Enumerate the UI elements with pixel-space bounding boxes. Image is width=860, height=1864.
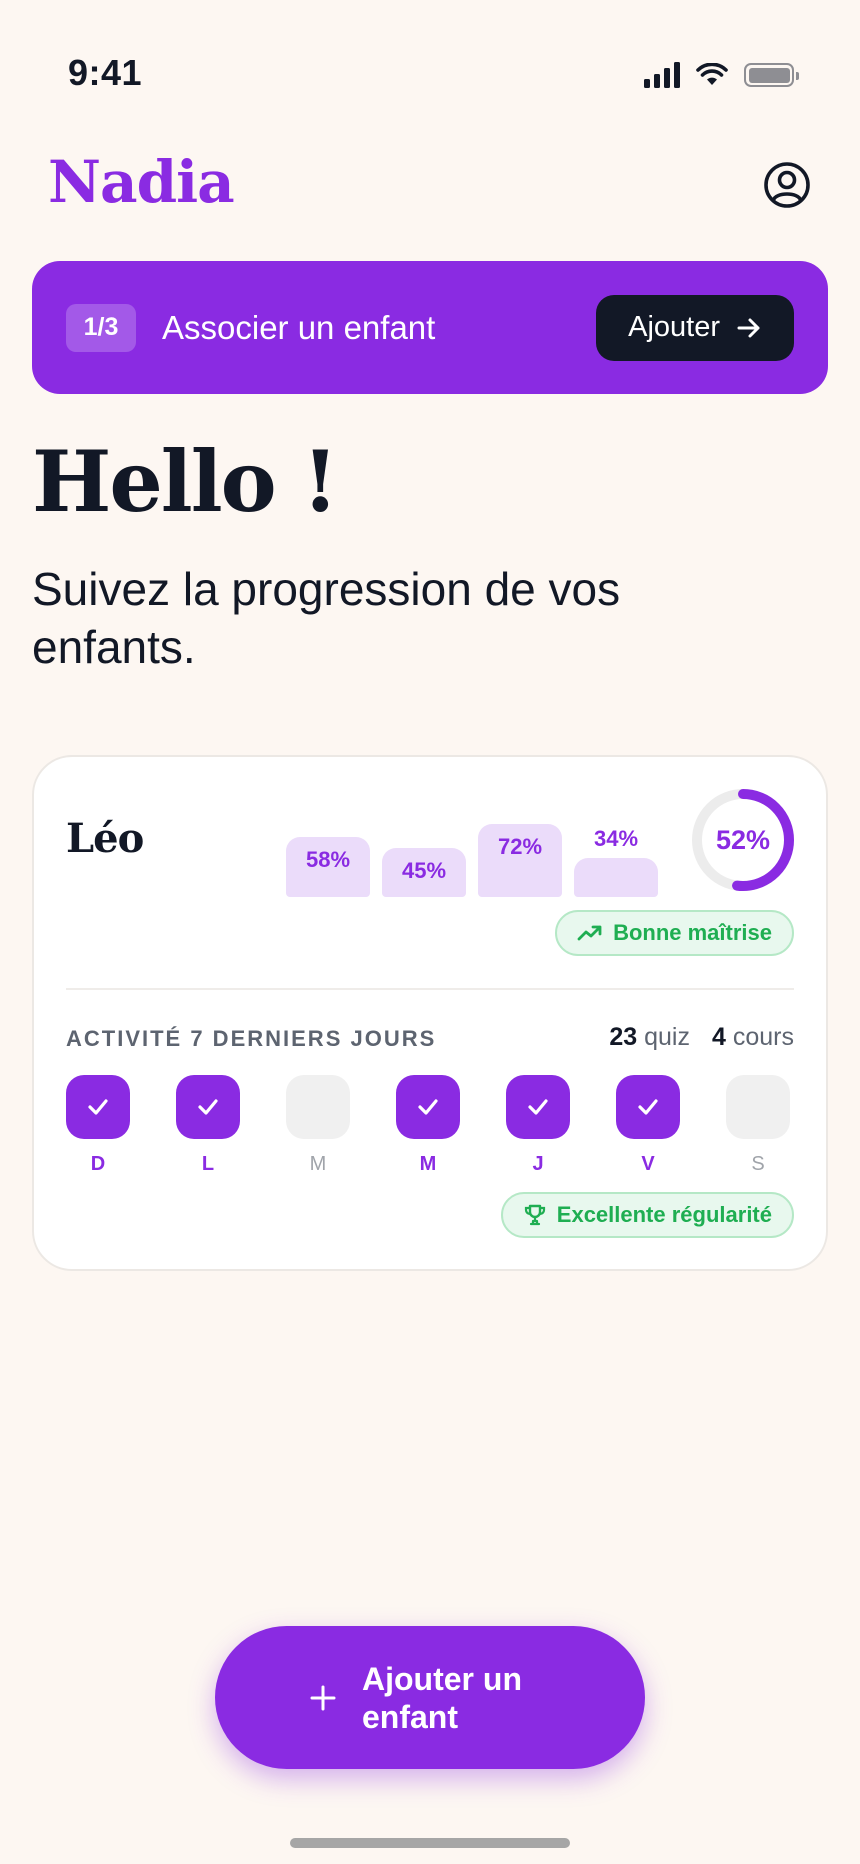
day-item: V	[616, 1075, 682, 1176]
day-letter: M	[419, 1153, 437, 1175]
day-item: D	[66, 1075, 132, 1176]
subject-bar-col: 72%	[478, 757, 562, 897]
arrow-right-icon	[737, 318, 760, 337]
day-box	[726, 1075, 790, 1139]
subject-bar-label: 34%	[593, 826, 639, 851]
add-child-button[interactable]: Ajouter un enfant	[215, 1626, 645, 1769]
day-letter: J	[532, 1153, 544, 1175]
wifi-icon	[696, 63, 728, 85]
day-item: M	[286, 1075, 352, 1176]
activity-days: D L M M J V S	[66, 1075, 798, 1185]
subject-bar-label: 72%	[497, 834, 543, 859]
subject-bar	[574, 858, 658, 897]
activity-stats: 23 quiz 4 cours	[609, 1023, 794, 1052]
day-box	[396, 1075, 460, 1139]
trending-up-icon	[577, 925, 602, 941]
subject-bar-col: 45%	[382, 757, 466, 897]
subject-bar-col: 34%	[574, 757, 658, 897]
day-box	[616, 1075, 680, 1139]
check-icon	[418, 1099, 438, 1115]
overall-progress-label: 52%	[715, 824, 771, 855]
regularity-badge: Excellente régularité	[500, 1192, 794, 1238]
add-button[interactable]: Ajouter	[596, 294, 794, 361]
course-count: 4	[712, 1023, 726, 1051]
day-letter: S	[751, 1153, 765, 1175]
check-icon	[88, 1099, 108, 1115]
subject-bar-col: 58%	[286, 757, 370, 897]
activity-title: ACTIVITÉ 7 DERNIERS JOURS	[66, 1026, 437, 1051]
status-icons	[644, 62, 799, 88]
add-child-button-label: Ajouter un enfant	[362, 1660, 522, 1735]
day-letter: L	[201, 1153, 215, 1175]
trophy-icon	[524, 1204, 545, 1226]
day-item: J	[506, 1075, 572, 1176]
step-badge: 1/3	[66, 303, 136, 352]
course-label: cours	[732, 1023, 794, 1051]
day-letter: D	[90, 1153, 106, 1175]
plus-icon	[310, 1685, 336, 1710]
day-item: M	[396, 1075, 462, 1176]
page-title: Hello !	[32, 432, 339, 531]
onboarding-banner: 1/3 Associer un enfant Ajouter	[32, 261, 828, 394]
day-box	[176, 1075, 240, 1139]
day-item: S	[726, 1075, 792, 1176]
card-divider	[66, 988, 794, 990]
status-time: 9:41	[68, 52, 143, 93]
subject-bar-label: 45%	[401, 858, 447, 883]
day-box	[66, 1075, 130, 1139]
battery-icon	[744, 63, 799, 87]
page-subtitle: Suivez la progression de vos enfants.	[32, 563, 621, 673]
quiz-count: 23	[609, 1023, 638, 1051]
brand-logo: Nadia	[48, 148, 235, 216]
user-circle-icon[interactable]	[762, 160, 812, 210]
day-box	[286, 1075, 350, 1139]
status-bar: 9:41	[0, 0, 860, 150]
regularity-badge-label: Excellente régularité	[556, 1202, 772, 1227]
mastery-badge: Bonne maîtrise	[555, 910, 794, 956]
add-button-label: Ajouter	[628, 311, 720, 343]
day-letter: M	[309, 1153, 327, 1175]
banner-text: Associer un enfant	[162, 308, 436, 346]
day-box	[506, 1075, 570, 1139]
check-icon	[638, 1099, 658, 1115]
subject-bar-label: 58%	[305, 847, 351, 872]
day-item: L	[176, 1075, 242, 1176]
home-indicator[interactable]	[290, 1838, 570, 1848]
mastery-badge-label: Bonne maîtrise	[613, 920, 772, 945]
check-icon	[528, 1099, 548, 1115]
day-letter: V	[641, 1153, 655, 1175]
quiz-label: quiz	[644, 1023, 690, 1051]
child-card[interactable]: Léo 58% 45% 72% 34% 52% Bonne maîtrise A…	[32, 755, 828, 1271]
cellular-signal-icon	[644, 62, 680, 88]
check-icon	[198, 1099, 218, 1115]
